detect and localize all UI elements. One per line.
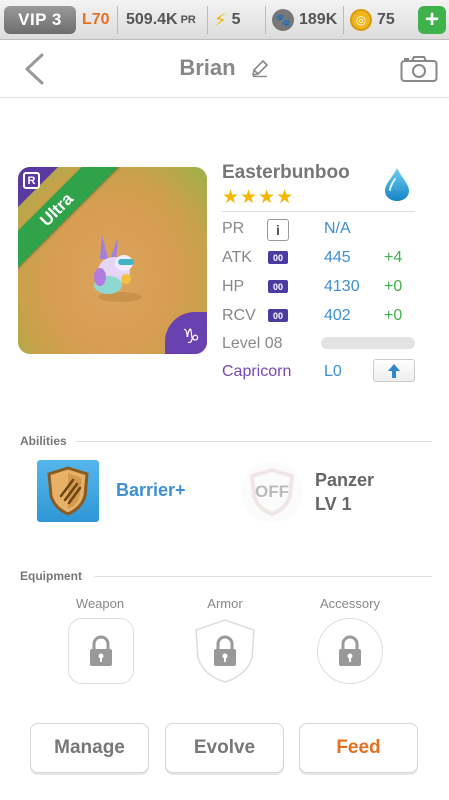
xp-progress-bar — [321, 337, 415, 349]
info-button[interactable]: i — [267, 219, 289, 241]
abilities-header: Abilities — [20, 434, 67, 448]
zodiac-upgrade-button[interactable] — [373, 359, 415, 382]
divider — [343, 6, 344, 34]
lightning-icon: ⚡ — [214, 9, 227, 30]
evolve-button[interactable]: Evolve — [165, 723, 284, 773]
level-label: Level 08 — [222, 335, 283, 352]
zodiac-level: L0 — [324, 363, 342, 380]
arrow-up-icon — [388, 363, 400, 378]
vip-badge[interactable]: VIP 3 — [4, 6, 76, 34]
manage-button[interactable]: Manage — [30, 723, 149, 773]
plus-icon: + — [424, 6, 439, 33]
rcv-label: RCV — [222, 307, 256, 324]
divider — [207, 6, 208, 34]
coin-currency[interactable]: ◎ 75 — [350, 6, 395, 34]
ability-name: Panzer — [315, 470, 375, 490]
armor-label: Armor — [207, 596, 243, 611]
hp-label: HP — [222, 278, 245, 295]
feed-button[interactable]: Feed — [299, 723, 418, 773]
divider — [265, 6, 266, 34]
atk-bonus: +4 — [384, 249, 403, 266]
hp-bonus: +0 — [384, 278, 403, 295]
armor-slot[interactable] — [192, 618, 258, 684]
shield-claw-icon — [47, 466, 89, 516]
rarity-badge: R — [23, 172, 40, 189]
atk-value: 445 — [324, 249, 351, 266]
pencil-icon[interactable] — [250, 58, 270, 78]
accessory-slot[interactable] — [317, 618, 383, 684]
lock-icon — [214, 635, 236, 666]
zodiac-badge: ♑ — [165, 312, 207, 354]
accessory-label: Accessory — [320, 596, 380, 611]
pr-label: PR — [222, 220, 245, 237]
player-pr: 509.4K PR — [126, 6, 196, 34]
camera-icon[interactable] — [400, 55, 438, 83]
pet-portrait[interactable]: R Ultra ♑ — [18, 167, 207, 354]
divider — [222, 211, 415, 212]
energy-value: 5 — [231, 11, 241, 28]
paw-currency[interactable]: 🐾 189K — [272, 6, 337, 34]
atk-label: ATK — [222, 249, 252, 266]
pr-unit: PR — [180, 14, 196, 26]
status-bar: VIP 3 L70 509.4K PR ⚡ 5 🐾 189K ◎ 75 + — [0, 0, 449, 40]
pet-owner-name: Brian — [179, 55, 236, 81]
hp-value: 4130 — [324, 278, 360, 295]
divider — [76, 441, 432, 442]
zodiac-name: Capricorn — [222, 363, 292, 380]
rcv-gem-badge[interactable]: 00 — [268, 309, 288, 322]
ability-off-label: OFF — [255, 482, 289, 501]
vip-label: VIP 3 — [18, 10, 62, 29]
divider — [95, 576, 432, 577]
add-currency-button[interactable]: + — [418, 6, 446, 34]
water-element-icon — [385, 168, 409, 201]
weapon-label: Weapon — [75, 596, 125, 611]
rcv-bonus: +0 — [384, 307, 403, 324]
rcv-value: 402 — [324, 307, 351, 324]
ability-level: LV 1 — [315, 494, 352, 514]
atk-gem-badge[interactable]: 00 — [268, 251, 288, 264]
pr-value: N/A — [324, 220, 351, 237]
page-title: Brian — [0, 54, 449, 81]
header: Brian — [0, 40, 449, 98]
player-level: L70 — [82, 11, 110, 28]
weapon-slot[interactable] — [68, 618, 134, 684]
ability-name[interactable]: Barrier+ — [116, 480, 186, 501]
star-rating: ★★★★ — [222, 187, 295, 208]
ability-barrier-icon[interactable] — [37, 460, 99, 522]
pet-name: Easterbunboo — [222, 162, 350, 183]
coin-value: 75 — [377, 11, 395, 28]
pet-sprite — [94, 235, 142, 302]
hp-gem-badge[interactable]: 00 — [268, 280, 288, 293]
paw-icon: 🐾 — [272, 9, 294, 31]
energy-counter[interactable]: ⚡ 5 — [214, 6, 241, 34]
lock-icon — [90, 635, 112, 666]
pr-value: 509.4K — [126, 11, 178, 28]
ability-panzer-icon[interactable]: OFF — [241, 461, 303, 523]
lock-icon — [339, 635, 361, 666]
equipment-header: Equipment — [20, 569, 82, 583]
divider — [117, 6, 118, 34]
coin-icon: ◎ — [350, 9, 372, 31]
paw-value: 189K — [299, 11, 338, 28]
